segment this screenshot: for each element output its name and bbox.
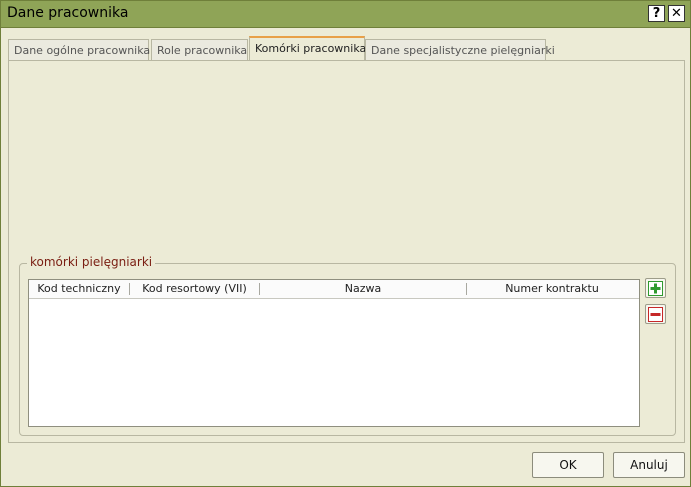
column-header-kod-techniczny[interactable]: Kod techniczny: [29, 282, 129, 296]
column-header-numer-kontraktu[interactable]: Numer kontraktu: [467, 282, 637, 296]
tab-role-pracownika[interactable]: Role pracownika: [151, 39, 248, 61]
close-button[interactable]: ✕: [668, 5, 685, 22]
add-row-button[interactable]: [645, 278, 666, 298]
tab-komorki-pracownika[interactable]: Komórki pracownika: [249, 36, 366, 62]
tab-dane-ogolne-pracownika[interactable]: Dane ogólne pracownika: [8, 39, 150, 61]
dialog-window: Dane pracownika ? ✕ Dane ogólne pracowni…: [0, 0, 691, 487]
column-header-kod-resortowy[interactable]: Kod resortowy (VII): [130, 282, 259, 296]
ok-button[interactable]: OK: [532, 452, 604, 478]
column-header-nazwa[interactable]: Nazwa: [260, 282, 466, 296]
table-header: Kod techniczny Kod resortowy (VII) Nazwa…: [29, 280, 639, 299]
plus-icon: [648, 281, 663, 296]
tab-panel-komorki: komórki pielęgniarki Kod techniczny Kod …: [8, 60, 685, 443]
komorki-pielegniarki-group: komórki pielęgniarki Kod techniczny Kod …: [19, 255, 676, 436]
tab-dane-specjalistyczne-pielegniarki[interactable]: Dane specjalistyczne pielęgniarki: [365, 39, 555, 61]
window-title: Dane pracownika: [7, 5, 129, 21]
group-title: komórki pielęgniarki: [27, 255, 156, 269]
help-button[interactable]: ?: [648, 5, 665, 22]
title-bar: Dane pracownika ? ✕: [1, 1, 690, 28]
cancel-button[interactable]: Anuluj: [613, 452, 685, 478]
komorki-table[interactable]: Kod techniczny Kod resortowy (VII) Nazwa…: [28, 279, 640, 427]
tab-strip: Dane ogólne pracownika Role pracownika K…: [8, 36, 688, 62]
minus-icon: [648, 307, 663, 322]
remove-row-button[interactable]: [645, 304, 666, 324]
